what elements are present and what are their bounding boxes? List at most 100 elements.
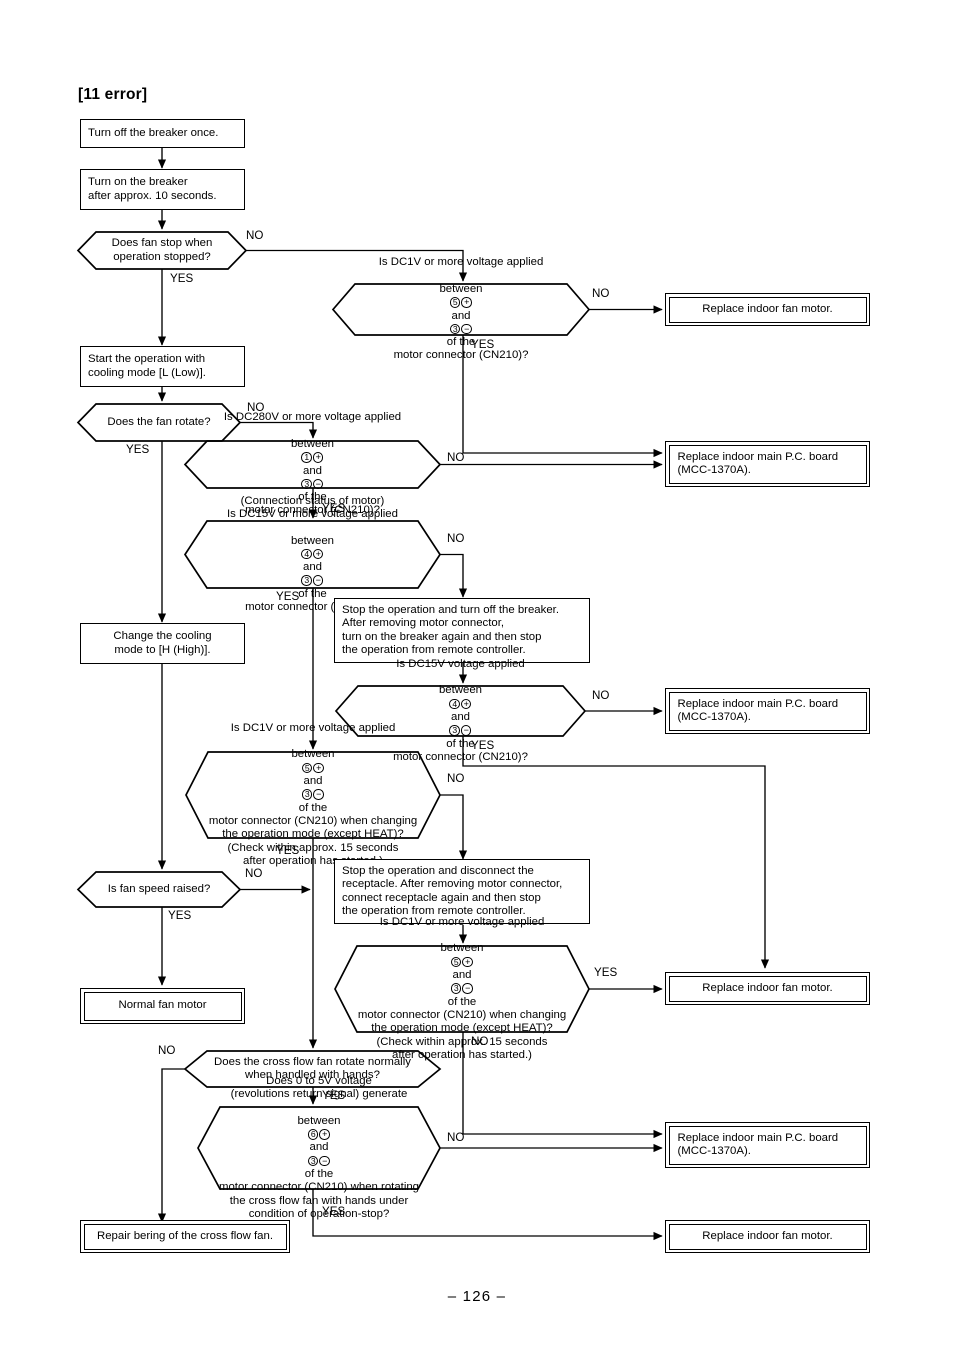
node-text-line5: (Check within approx. 15 seconds [376,1035,548,1048]
branch-label-no-9: NO [471,1035,489,1048]
node-text-line3: motor connector (CN210) when changing [357,1008,567,1021]
pin-number-plus: 5 [449,297,461,308]
minus-sign-icon: − [319,1155,330,1167]
decision-dc15v-connection-status: (Connection status of motor) Is DC15V or… [195,495,430,613]
pin-number-minus: 3 [301,789,313,800]
node-text-line1: Is DC1V or more voltage applied [230,721,396,734]
terminal-replace-fan-motor-2: Replace indoor fan motor. [665,972,870,1005]
branch-label-no-6: NO [592,689,610,702]
terminal-inner: Replace indoor main P.C. board (MCC-1370… [668,691,867,731]
branch-label-yes-6: YES [471,739,495,752]
pin-number-plus: 1 [301,452,312,463]
node-text-line3: motor connector (CN210) when changing [208,814,418,827]
plus-sign-icon: + [319,1129,330,1140]
plus-sign-icon: + [312,548,324,560]
word-between: between [291,748,335,761]
node-text-line3: between 6 + and 3− of the [297,1101,340,1181]
node-text-line1: Is DC280V or more voltage applied [223,411,402,424]
word-and: and [452,969,472,982]
word-and: and [309,1141,329,1154]
node-text-line1: Is DC15V or more voltage applied [227,507,398,520]
node-text: Replace indoor fan motor. [702,981,833,994]
word-and: and [451,309,471,322]
node-stop-operation-turn-off-breaker: Stop the operation and turn off the brea… [334,598,590,663]
pin-number-plus: 6 [307,1129,319,1140]
branch-label-yes-1: YES [170,272,194,285]
node-text: Does fan stop when operation stopped? [111,237,213,263]
terminal-replace-fan-motor-1: Replace indoor fan motor. [665,293,870,326]
plus-sign-icon: + [462,956,473,968]
pin-number-plus: 5 [450,956,462,968]
node-text-line4: the operation mode (except HEAT)? [371,1022,553,1035]
branch-label-no-2: NO [592,287,610,300]
node-text: Is fan speed raised? [107,882,211,895]
node-text: Replace indoor fan motor. [702,1229,833,1242]
branch-label-no-5: NO [447,532,465,545]
terminal-inner: Replace indoor main P.C. board (MCC-1370… [668,444,867,484]
node-text: Stop the operation and disconnect the re… [342,864,563,917]
branch-label-yes-7: YES [276,844,300,857]
word-of-the: of the [298,587,327,600]
node-change-cooling-high: Change the cooling mode to [H (High)]. [80,623,245,664]
pin-number-minus: 3 [449,323,461,335]
plus-sign-icon: + [313,762,324,774]
pin-number-plus: 5 [301,762,313,774]
plus-sign-icon: + [312,452,324,463]
node-text-line5: the cross flow fan with hands under [229,1194,409,1207]
terminal-inner: Replace indoor fan motor. [668,975,867,1002]
word-between: between [297,1114,341,1127]
node-text-line1: Is DC15V voltage applied [396,657,525,670]
decision-dc280v-pin1-pin3: Is DC280V or more voltage applied betwee… [195,411,430,516]
branch-label-yes-11: YES [322,1205,346,1218]
node-text-line2: (revolutions return signal) generate [230,1088,408,1101]
decision-dc1v-mode-change-b: Is DC1V or more voltage applied between … [340,916,584,1061]
minus-sign-icon: − [462,983,473,994]
decision-dc1v-pin5-pin3: Is DC1V or more voltage applied between … [343,256,579,361]
decision-is-fan-speed-raised: Is fan speed raised? [88,872,230,907]
word-and: and [302,561,322,574]
node-text-line5: (Check within approx. 15 seconds [227,841,399,854]
word-between: between [290,534,335,547]
node-text: Stop the operation and turn off the brea… [342,603,559,656]
pin-number-minus: 3 [449,725,460,736]
minus-sign-icon: − [461,323,472,335]
branch-label-yes-2: YES [471,338,495,351]
terminal-inner: Replace indoor fan motor. [668,296,867,323]
pin-number-minus: 3 [301,575,312,586]
node-text: Replace indoor main P.C. board (MCC-1370… [677,450,839,476]
node-text-line1: Does 0 to 5V voltage [266,1074,372,1087]
pin-number-plus: 4 [301,548,312,560]
word-and: and [450,711,470,723]
node-text-line1: Is DC1V or more voltage applied [378,256,544,269]
terminal-inner: Replace indoor main P.C. board (MCC-1370… [668,1125,867,1165]
terminal-replace-pcb-3: Replace indoor main P.C. board (MCC-1370… [665,1122,870,1168]
branch-label-yes-8: YES [168,909,192,922]
node-text: Turn off the breaker once. [88,126,219,139]
word-between: between [439,282,483,295]
node-text-line4: the operation mode (except HEAT)? [222,828,404,841]
node-text-line0: (Connection status of motor) [240,494,385,507]
node-turn-off-breaker: Turn off the breaker once. [80,119,245,148]
minus-sign-icon: − [312,478,324,490]
branch-label-no-11: NO [447,1131,465,1144]
branch-label-no-10: NO [158,1044,176,1057]
decision-does-fan-rotate: Does the fan rotate? [88,404,230,441]
terminal-replace-pcb-2: Replace indoor main P.C. board (MCC-1370… [665,688,870,734]
node-text: Start the operation with cooling mode [L… [88,353,206,379]
branch-label-no-4: NO [447,451,465,464]
decision-does-fan-stop: Does fan stop when operation stopped? [88,232,236,269]
terminal-normal-fan-motor: Normal fan motor [80,988,245,1024]
pin-number-minus: 3 [450,983,462,994]
pin-number-minus: 3 [307,1155,319,1167]
node-text: Replace indoor fan motor. [702,302,833,315]
node-stop-operation-disconnect-receptacle: Stop the operation and disconnect the re… [334,859,590,924]
terminal-inner: Repair bering of the cross flow fan. [83,1223,287,1250]
minus-sign-icon: − [313,789,324,800]
node-text: Change the cooling mode to [H (High)]. [113,630,212,656]
terminal-replace-fan-motor-3: Replace indoor fan motor. [665,1220,870,1253]
node-text-line3: motor connector (CN210)? [393,349,529,362]
node-text: Turn on the breaker after approx. 10 sec… [88,176,217,202]
node-text: Replace indoor main P.C. board (MCC-1370… [677,1131,839,1157]
branch-label-yes-5: YES [276,590,300,603]
node-text: Repair bering of the cross flow fan. [96,1229,273,1242]
